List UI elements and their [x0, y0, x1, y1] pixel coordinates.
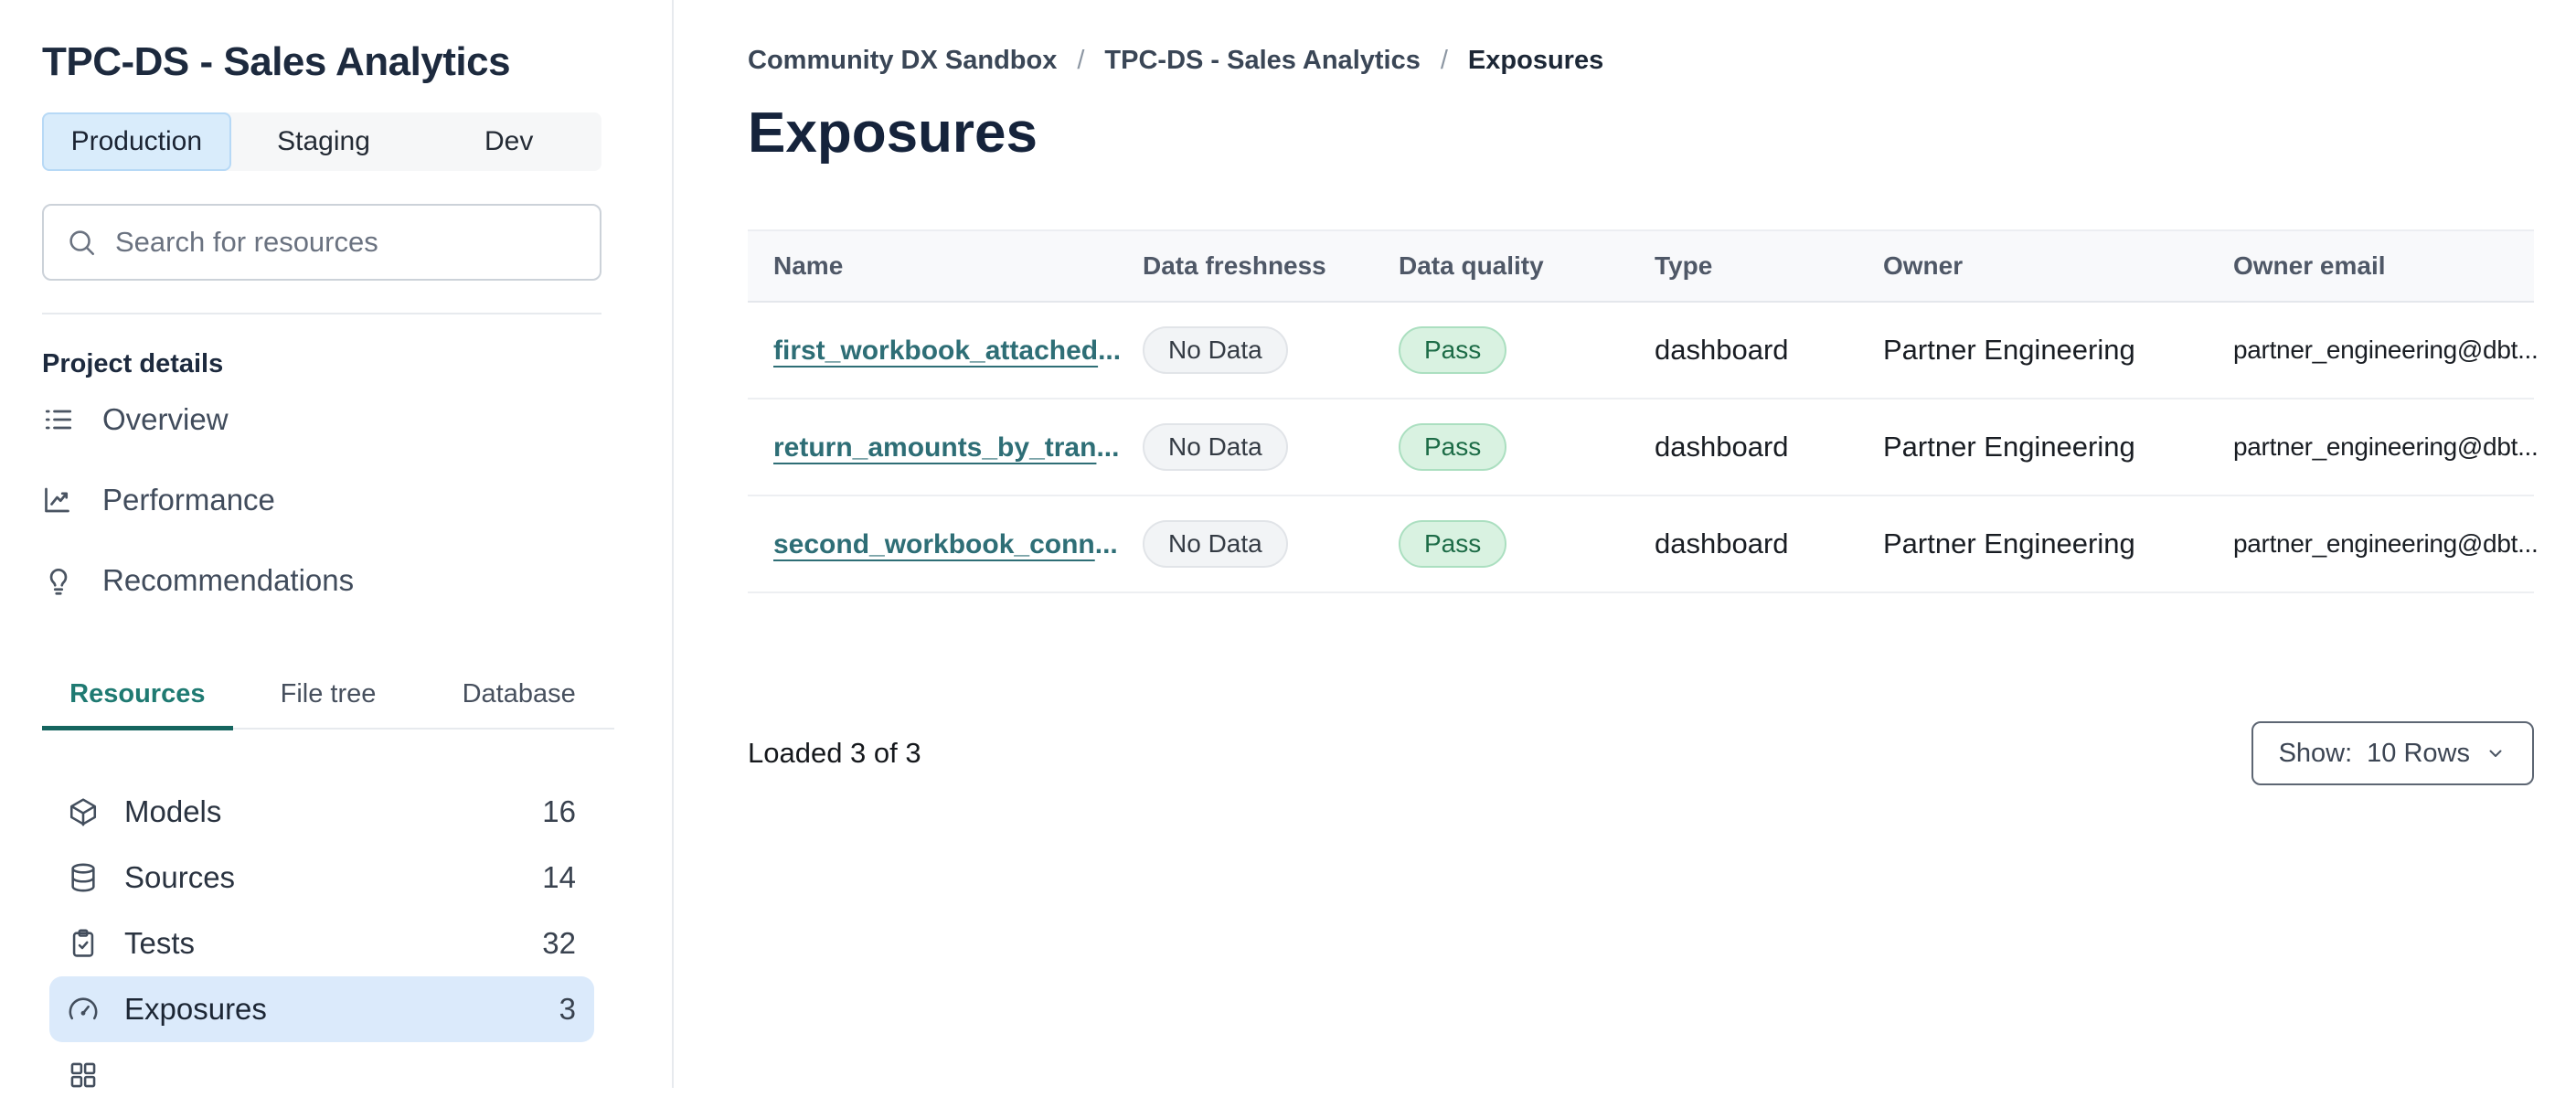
project-title: TPC-DS - Sales Analytics	[42, 39, 511, 84]
quality-badge: Pass	[1399, 423, 1507, 472]
resource-label: Models	[124, 794, 222, 828]
breadcrumb: Community DX Sandbox / TPC-DS - Sales An…	[748, 44, 2534, 77]
sidebar-item-performance[interactable]: Performance	[42, 460, 601, 540]
show-label: Show:	[2278, 738, 2353, 768]
env-tab-dev[interactable]: Dev	[416, 112, 601, 171]
main-content: Community DX Sandbox / TPC-DS - Sales An…	[674, 0, 2576, 1088]
sidebar-item-label: Overview	[102, 401, 229, 436]
gauge-icon	[68, 994, 99, 1025]
clipboard-check-icon	[68, 928, 99, 959]
env-tab-staging[interactable]: Staging	[231, 112, 417, 171]
sidebar-divider	[42, 312, 601, 314]
column-header-type: Type	[1655, 251, 1713, 281]
tab-file-tree[interactable]: File tree	[233, 679, 424, 728]
exposure-owner-email: partner_engineering@dbt...	[2233, 336, 2539, 365]
tab-resources[interactable]: Resources	[42, 679, 233, 730]
quality-badge: Pass	[1399, 326, 1507, 375]
quality-badge: Pass	[1399, 520, 1507, 569]
sidebar-item-exposures[interactable]: Exposures 3	[49, 975, 594, 1042]
sidebar: TPC-DS - Sales Analytics Production Stag…	[0, 0, 674, 1088]
sidebar-item-label: Performance	[102, 482, 275, 517]
resource-count: 14	[542, 859, 576, 894]
sidebar-item-partial[interactable]	[49, 1042, 594, 1108]
loaded-status: Loaded 3 of 3	[748, 737, 921, 770]
lightbulb-icon	[42, 564, 75, 597]
freshness-badge: No Data	[1143, 326, 1288, 375]
cube-icon	[68, 796, 99, 827]
resource-label: Sources	[124, 859, 236, 894]
sidebar-item-sources[interactable]: Sources 14	[49, 845, 594, 911]
table-row: first_workbook_attached... No Data Pass …	[748, 303, 2539, 400]
env-tab-production[interactable]: Production	[42, 112, 231, 171]
sidebar-item-tests[interactable]: Tests 32	[49, 911, 594, 976]
column-header-owner: Owner	[1883, 251, 1964, 281]
breadcrumb-current: Exposures	[1467, 46, 1604, 75]
sidebar-item-models[interactable]: Models 16	[49, 779, 594, 845]
breadcrumb-separator: /	[1077, 46, 1085, 75]
freshness-badge: No Data	[1143, 423, 1288, 472]
column-header-name: Name	[773, 251, 844, 281]
resource-list: Models 16 Sources 14 Tests 32 Exposures …	[42, 779, 601, 1108]
resource-count: 16	[542, 794, 576, 828]
freshness-badge: No Data	[1143, 520, 1288, 569]
resource-search[interactable]	[42, 203, 601, 281]
exposure-type: dashboard	[1655, 527, 1789, 560]
rows-per-page-dropdown[interactable]: Show: 10 Rows	[2251, 721, 2534, 786]
exposure-type: dashboard	[1655, 431, 1789, 463]
column-header-data-freshness: Data freshness	[1143, 251, 1326, 281]
exposure-name-link[interactable]: second_workbook_conn...	[773, 529, 1118, 559]
exposure-owner: Partner Engineering	[1883, 431, 2135, 463]
panel-tabs: Resources File tree Database	[42, 679, 614, 730]
table-row: second_workbook_conn... No Data Pass das…	[748, 496, 2539, 594]
resource-count: 32	[542, 925, 576, 960]
resource-label: Tests	[124, 925, 196, 960]
chevron-down-icon	[2485, 742, 2507, 764]
table-row: return_amounts_by_tran... No Data Pass d…	[748, 400, 2539, 497]
grid-squares-icon	[68, 1060, 99, 1091]
search-input[interactable]	[115, 225, 578, 259]
exposure-name-link[interactable]: return_amounts_by_tran...	[773, 432, 1119, 463]
breadcrumb-project[interactable]: TPC-DS - Sales Analytics	[1104, 44, 1420, 77]
show-value: 10 Rows	[2367, 738, 2470, 768]
environment-tabs: Production Staging Dev	[42, 112, 601, 171]
column-header-owner-email: Owner email	[2233, 251, 2386, 281]
sidebar-item-overview[interactable]: Overview	[42, 379, 601, 460]
exposure-owner-email: partner_engineering@dbt...	[2233, 529, 2539, 559]
sidebar-item-recommendations[interactable]: Recommendations	[42, 540, 601, 621]
search-icon	[66, 227, 97, 258]
exposure-owner-email: partner_engineering@dbt...	[2233, 432, 2539, 462]
resource-label: Exposures	[124, 991, 267, 1026]
exposure-type: dashboard	[1655, 334, 1789, 367]
column-header-data-quality: Data quality	[1399, 251, 1544, 281]
tab-database[interactable]: Database	[423, 679, 614, 728]
exposures-table: Name Data freshness Data quality Type Ow…	[748, 229, 2539, 594]
table-header-row: Name Data freshness Data quality Type Ow…	[748, 229, 2534, 304]
breadcrumb-separator: /	[1440, 46, 1448, 75]
resource-count: 3	[559, 991, 576, 1026]
sidebar-item-label: Recommendations	[102, 562, 355, 597]
chart-line-icon	[42, 484, 75, 517]
table-footer: Loaded 3 of 3 Show: 10 Rows	[748, 721, 2534, 786]
exposure-owner: Partner Engineering	[1883, 527, 2135, 560]
breadcrumb-account[interactable]: Community DX Sandbox	[748, 44, 1057, 77]
database-icon	[68, 862, 99, 893]
list-icon	[42, 403, 75, 436]
project-details-label: Project details	[42, 348, 224, 378]
exposure-owner: Partner Engineering	[1883, 334, 2135, 367]
page-title: Exposures	[748, 101, 1038, 165]
exposure-name-link[interactable]: first_workbook_attached...	[773, 336, 1121, 366]
